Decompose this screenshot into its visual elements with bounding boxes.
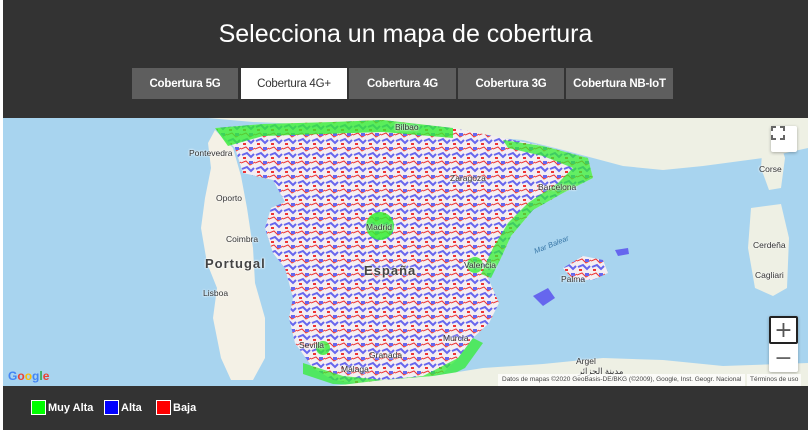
map-label-sevilla: Sevilla xyxy=(299,340,325,350)
page-title: Selecciona un mapa de cobertura xyxy=(218,20,593,48)
fullscreen-button[interactable] xyxy=(771,126,797,152)
map-label-argel: Argel xyxy=(576,356,596,366)
map-label-pontevedra: Pontevedra xyxy=(189,148,233,158)
zoom-in-button[interactable]: + xyxy=(769,316,798,344)
legend-swatch-low xyxy=(156,400,171,415)
map-label-malaga: Málaga xyxy=(341,364,369,374)
sardinia-land xyxy=(748,204,789,296)
coverage-widget: Selecciona un mapa de cobertura Cobertur… xyxy=(3,0,808,442)
map-label-oporto: Oporto xyxy=(216,193,242,203)
map-label-granada: Granada xyxy=(369,350,403,360)
map-label-corse: Corse xyxy=(759,164,782,174)
map-label-bilbao: Bilbao xyxy=(395,122,419,132)
map-canvas xyxy=(201,118,808,386)
legend-swatch-high xyxy=(104,400,119,415)
map-label-barcelona: Barcelona xyxy=(538,182,577,192)
legend-item-very-high: Muy Alta xyxy=(31,400,93,415)
zoom-out-button[interactable]: − xyxy=(769,344,798,372)
legend-item-high: Alta xyxy=(104,400,142,415)
map-label-coimbra: Coimbra xyxy=(226,234,259,244)
tab-4g[interactable]: Cobertura 4G xyxy=(349,68,456,99)
legend-label: Alta xyxy=(121,401,142,414)
map-label-madrid: Madrid xyxy=(366,222,392,232)
tab-5g[interactable]: Cobertura 5G xyxy=(132,68,238,99)
tab-nb-iot[interactable]: Cobertura NB-IoT xyxy=(566,68,673,99)
map-label-valencia: Valencia xyxy=(464,260,496,270)
zoom-controls: + − xyxy=(769,316,798,372)
map-label-cerdena: Cerdeña xyxy=(753,240,786,250)
legend-item-low: Baja xyxy=(156,400,196,415)
legend: Muy Alta Alta Baja xyxy=(3,386,808,430)
map-label-zaragoza: Zaragoza xyxy=(450,173,486,183)
legend-swatch-very-high xyxy=(31,400,46,415)
tab-4g-plus[interactable]: Cobertura 4G+ xyxy=(241,68,347,99)
map-label-cagliari: Cagliari xyxy=(755,270,784,280)
map-attribution: Datos de mapas ©2020 GeoBasis-DE/BKG (©2… xyxy=(498,374,746,386)
legend-label: Muy Alta xyxy=(48,401,94,414)
fullscreen-icon xyxy=(771,126,785,140)
map-label-lisboa: Lisboa xyxy=(203,288,229,298)
map-label-murcia: Murcia xyxy=(443,333,469,343)
coverage-map[interactable]: Pontevedra Oporto Coimbra Portugal Lisbo… xyxy=(3,118,808,386)
menorca xyxy=(615,248,629,256)
header: Selecciona un mapa de cobertura Cobertur… xyxy=(3,0,808,118)
terms-link[interactable]: Términos de uso xyxy=(747,374,802,386)
map-label-palma: Palma xyxy=(561,274,586,284)
map-label-espana: España xyxy=(364,263,417,278)
legend-label: Baja xyxy=(173,401,197,414)
tab-3g[interactable]: Cobertura 3G xyxy=(458,68,564,99)
ibiza xyxy=(533,288,555,306)
google-logo: Google xyxy=(8,369,50,383)
map-label-portugal: Portugal xyxy=(205,256,266,271)
